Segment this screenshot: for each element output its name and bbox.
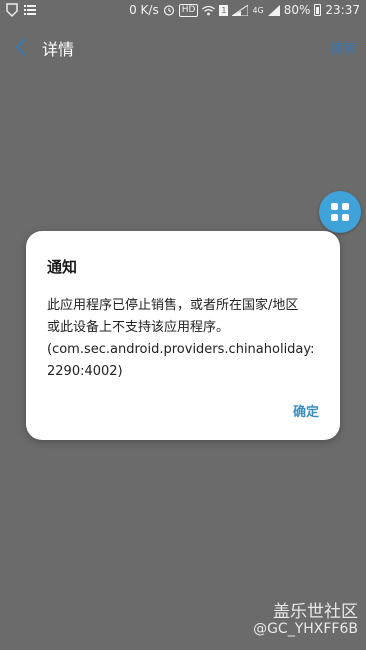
clock: 23:37 [325, 3, 360, 17]
wifi-icon [202, 5, 216, 15]
dialog-message-line: 或此设备上不支持该应用程序。 [47, 320, 230, 335]
list-icon [24, 5, 36, 15]
ok-button[interactable]: 确定 [293, 401, 319, 420]
signal-icon [232, 4, 249, 16]
watermark-site: 盖乐世社区 [273, 602, 358, 622]
chevron-left-icon[interactable] [12, 36, 32, 58]
dialog-message: 此应用程序已停止销售，或者所在国家/地区 或此设备上不支持该应用程序。 (com… [47, 295, 332, 383]
network-speed: 0 K/s [129, 3, 159, 17]
network-type: 4G [252, 5, 264, 15]
battery-percent: 80% [283, 3, 311, 17]
battery-icon [314, 4, 322, 16]
grid-icon [331, 203, 349, 221]
profile-icon [6, 3, 18, 17]
status-right: 0 K/s HD 1 4G 80% 23:37 [129, 3, 360, 17]
alarm-icon [163, 5, 174, 16]
floating-menu-button[interactable] [319, 191, 361, 233]
search-button[interactable]: 搜索 [330, 38, 356, 57]
dialog-message-line: 2290:4002) [47, 364, 123, 379]
sim-badge: 1 [219, 4, 229, 16]
dialog-message-line: 此应用程序已停止销售，或者所在国家/地区 [47, 298, 299, 313]
status-left [6, 3, 36, 17]
dialog-title: 通知 [47, 258, 78, 276]
status-bar: 0 K/s HD 1 4G 80% 23:37 [0, 0, 366, 24]
dialog-message-line: (com.sec.android.providers.chinaholiday: [47, 342, 315, 357]
signal-bars-icon [267, 4, 280, 16]
watermark-user: @GC_YHXFF6B [253, 621, 358, 637]
app-header: 详情 搜索 [0, 24, 366, 70]
page-title: 详情 [42, 40, 75, 59]
hd-badge: HD [178, 3, 199, 17]
notification-dialog: 通知 此应用程序已停止销售，或者所在国家/地区 或此设备上不支持该应用程序。 (… [26, 231, 340, 440]
